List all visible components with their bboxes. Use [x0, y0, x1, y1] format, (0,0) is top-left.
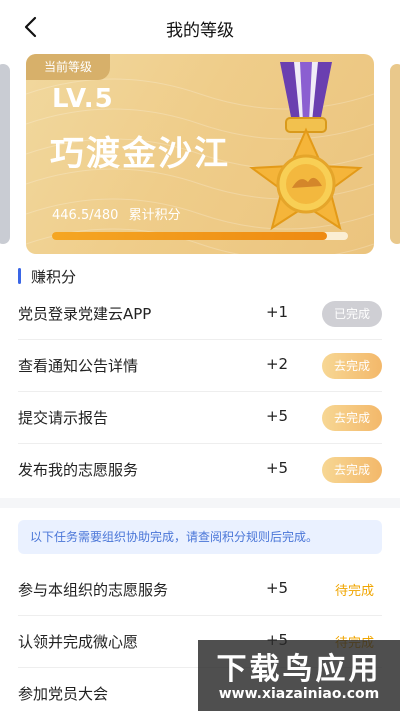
pending-status: 待完成 [334, 584, 374, 599]
task-points: +5 [265, 407, 289, 425]
current-level-card: 当前等级 LV.5 巧渡金沙江 446.5/480 累计积分 [26, 54, 374, 254]
watermark-url: www.xiazainiao.com [218, 686, 380, 702]
earn-points-title: 赚积分 [31, 267, 77, 286]
org-task-notice: 以下任务需要组织协助完成，请查阅积分规则后完成。 [18, 520, 382, 554]
top-nav-bar: 我的等级 [0, 0, 400, 54]
task-name: 提交请示报告 [18, 409, 109, 427]
page-title: 我的等级 [166, 21, 234, 41]
section-marker [18, 268, 21, 284]
go-complete-button[interactable]: 去完成 [322, 353, 382, 379]
score-label: 累计积分 [128, 208, 181, 223]
task-name: 党员登录党建云APP [18, 305, 152, 323]
go-complete-button[interactable]: 去完成 [322, 405, 382, 431]
task-name: 查看通知公告详情 [18, 357, 139, 375]
task-row: 党员登录党建云APP +1 已完成 [18, 288, 382, 340]
previous-level-card[interactable] [0, 64, 10, 244]
org-task-row: 参与本组织的志愿服务 +5 待完成 [18, 564, 382, 616]
task-completed-button[interactable]: 已完成 [322, 301, 382, 327]
go-complete-button[interactable]: 去完成 [322, 457, 382, 483]
level-progress-bar [52, 232, 348, 240]
level-number: LV.5 [52, 84, 114, 114]
earn-points-section-header: 赚积分 [18, 266, 76, 286]
task-name: 参加党员大会 [18, 685, 109, 703]
current-level-tag: 当前等级 [26, 54, 110, 80]
section-divider [0, 498, 400, 508]
cumulative-score: 446.5/480 累计积分 [52, 204, 181, 223]
task-row: 提交请示报告 +5 去完成 [18, 392, 382, 444]
task-name: 参与本组织的志愿服务 [18, 581, 169, 599]
task-points: +1 [265, 303, 289, 321]
watermark-title: 下载鸟应用 [216, 652, 382, 687]
task-points: +5 [265, 579, 289, 597]
next-level-card[interactable] [390, 64, 400, 244]
task-points: +2 [265, 355, 289, 373]
task-name: 发布我的志愿服务 [18, 461, 139, 479]
medal-icon [249, 62, 363, 231]
level-progress-fill [52, 232, 328, 240]
rank-name: 巧渡金沙江 [50, 134, 230, 174]
task-name: 认领并完成微心愿 [18, 633, 139, 651]
score-value: 446.5/480 [52, 208, 119, 223]
task-row: 发布我的志愿服务 +5 去完成 [18, 444, 382, 496]
task-row: 查看通知公告详情 +2 去完成 [18, 340, 382, 392]
task-points: +5 [265, 459, 289, 477]
watermark-logo: 下载鸟应用 www.xiazainiao.com [198, 640, 400, 711]
